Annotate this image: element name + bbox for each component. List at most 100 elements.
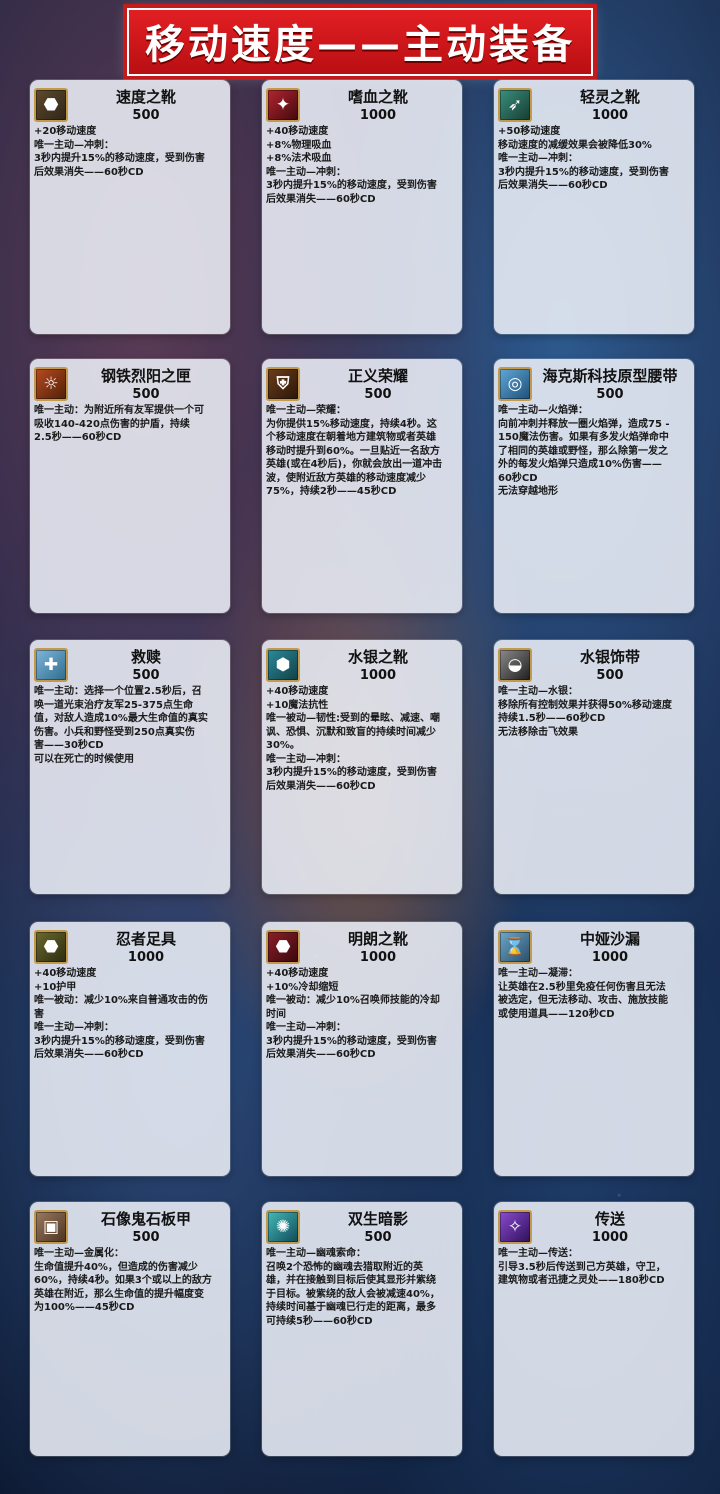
item-card-locket: ☼ 钢铁烈阳之匣 500 唯一主动：为附近所有友军提供一个可 吸收140-420… <box>30 359 230 613</box>
item-card-gargoyle-stoneplate: ▣ 石像鬼石板甲 500 唯一主动—金属化： 生命值提升40%，但造成的伤害减少… <box>30 1202 230 1456</box>
desc-line: 生命值提升40%，但造成的伤害减少 <box>34 1261 198 1273</box>
desc-line: 3秒内提升15%的移动速度，受到伤害 <box>498 166 669 178</box>
desc-line: 3秒内提升15%的移动速度，受到伤害 <box>266 1035 437 1047</box>
item-description: +50移动速度 移动速度的减缓效果会被降低30% 唯一主动—冲刺： 3秒内提升1… <box>498 125 690 193</box>
item-name: 海克斯科技原型腰带 <box>542 367 678 385</box>
desc-line: +8%法术吸血 <box>266 153 332 164</box>
item-name: 明朗之靴 <box>347 930 408 948</box>
desc-line: 向前冲刺并释放一圈火焰弹，造成75 - <box>498 418 670 430</box>
item-card-bloodthirster-boots: ✦ 嗜血之靴 1000 +40移动速度 +8%物理吸血 +8%法术吸血 唯一主动… <box>262 80 462 334</box>
desc-line: +8%物理吸血 <box>266 139 332 151</box>
desc-line: 60%，持续4秒。如果3个或以上的敌方 <box>34 1275 212 1286</box>
item-price: 500 <box>132 1230 160 1245</box>
sun-shield-icon: ☼ <box>34 367 68 401</box>
light-boot-icon: ➶ <box>498 88 532 122</box>
desc-line: 移动时提升到60%。一旦贴近一名敌方 <box>266 445 440 457</box>
desc-line: 后效果消失——60秒CD <box>266 193 376 205</box>
item-description: +40移动速度 +10护甲 唯一被动：减少10%来自普通攻击的伤 害 唯一主动—… <box>34 967 226 1062</box>
helm-icon: ⛨ <box>266 367 300 401</box>
item-description: 唯一主动—传送： 引导3.5秒后传送到己方英雄，守卫， 建筑物或者迅捷之灵处——… <box>498 1247 690 1288</box>
item-card-twin-shadows: ✺ 双生暗影 500 唯一主动—幽魂索命： 召唤2个恐怖的幽魂去猎取附近的英 雄… <box>262 1202 462 1456</box>
item-card-ninja-tabi: ⬣ 忍者足具 1000 +40移动速度 +10护甲 唯一被动：减少10%来自普通… <box>30 922 230 1176</box>
desc-line: 150魔法伤害。如果有多发火焰弹命中 <box>498 432 669 443</box>
desc-line: 或使用道具——120秒CD <box>498 1008 615 1020</box>
desc-line: 无法移除击飞效果 <box>498 726 578 738</box>
item-card-mercury-treads: ⬢ 水银之靴 1000 +40移动速度 +10魔法抗性 唯一被动—韧性:受到的晕… <box>262 640 462 894</box>
desc-line: +10%冷却缩短 <box>266 981 339 993</box>
desc-line: 后效果消失——60秒CD <box>34 1049 144 1060</box>
desc-line: 唯一主动—幽魂索命： <box>266 1248 366 1259</box>
desc-line: 引导3.5秒后传送到己方英雄，守卫， <box>498 1261 666 1273</box>
desc-line: 为100%——45秒CD <box>34 1302 135 1313</box>
item-name: 忍者足具 <box>115 930 176 948</box>
desc-line: 伤害。小兵和野怪受到250点真实伤 <box>34 726 195 738</box>
mercury-boot-icon: ⬢ <box>266 648 300 682</box>
desc-line: 2.5秒——60秒CD <box>34 432 122 443</box>
desc-line: 唯一被动—韧性:受到的晕眩、减速、嘲 <box>266 713 440 724</box>
desc-line: 3秒内提升15%的移动速度，受到伤害 <box>266 767 437 778</box>
desc-line: 持续1.5秒——60秒CD <box>498 713 606 724</box>
item-description: 唯一主动—凝滞： 让英雄在2.5秒里免疫任何伤害且无法 被选定，但无法移动、攻击… <box>498 967 690 1021</box>
item-description: 唯一主动：为附近所有友军提供一个可 吸收140-420点伤害的护盾，持续 2.5… <box>34 404 226 445</box>
desc-line: 讽、恐惧、沉默和致盲的持续时间减少 <box>266 726 436 738</box>
item-description: +40移动速度 +8%物理吸血 +8%法术吸血 唯一主动—冲刺： 3秒内提升15… <box>266 125 458 206</box>
desc-line: +10护甲 <box>34 981 77 993</box>
desc-line: 唯一被动：减少10%来自普通攻击的伤 <box>34 995 208 1006</box>
item-card-redemption: ✚ 救赎 500 唯一主动：选择一个位置2.5秒后，召 唤一道光束治疗友军25-… <box>30 640 230 894</box>
item-price: 500 <box>132 668 160 683</box>
desc-line: 60秒CD <box>498 472 538 484</box>
desc-line: 唯一主动—水银： <box>498 686 578 697</box>
hourglass-icon: ⌛ <box>498 930 532 964</box>
item-description: 唯一主动：选择一个位置2.5秒后，召 唤一道光束治疗友军25-375点生命 值，… <box>34 685 226 766</box>
item-description: 唯一主动—幽魂索命： 召唤2个恐怖的幽魂去猎取附近的英 雄，并在接触到目标后使其… <box>266 1247 458 1328</box>
desc-line: 唯一主动—冲刺： <box>498 153 578 164</box>
desc-line: 唯一主动—凝滞： <box>498 968 578 979</box>
item-price: 500 <box>364 387 392 402</box>
item-price: 500 <box>364 1230 392 1245</box>
item-card-light-boots: ➶ 轻灵之靴 1000 +50移动速度 移动速度的减缓效果会被降低30% 唯一主… <box>494 80 694 334</box>
item-price: 1000 <box>359 108 397 123</box>
item-description: 唯一主动—水银： 移除所有控制效果并获得50%移动速度 持续1.5秒——60秒C… <box>498 685 690 739</box>
desc-line: 雄，并在接触到目标后使其显形并紫绕 <box>266 1275 436 1286</box>
desc-line: 让英雄在2.5秒里免疫任何伤害且无法 <box>498 981 666 993</box>
desc-line: 被选定，但无法移动、攻击、施放技能 <box>498 995 668 1006</box>
stone-armor-icon: ▣ <box>34 1210 68 1244</box>
item-description: 唯一主动—火焰弹： 向前冲刺并释放一圈火焰弹，造成75 - 150魔法伤害。如果… <box>498 404 690 499</box>
item-card-hextech-belt: ◎ 海克斯科技原型腰带 500 唯一主动—火焰弹： 向前冲刺并释放一圈火焰弹，造… <box>494 359 694 613</box>
item-card-ionian-boots: ⬣ 明朗之靴 1000 +40移动速度 +10%冷却缩短 唯一被动：减少10%召… <box>262 922 462 1176</box>
desc-line: +50移动速度 <box>498 126 561 137</box>
desc-line: 唯一主动：为附近所有友军提供一个可 <box>34 405 204 416</box>
desc-line: 于目标。被紫绕的敌人会被减速40%， <box>266 1288 440 1300</box>
desc-line: +40移动速度 <box>266 126 329 137</box>
ninja-boot-icon: ⬣ <box>34 930 68 964</box>
desc-line: 可以在死亡的时候使用 <box>34 753 134 765</box>
desc-line: 唯一主动—金属化： <box>34 1248 124 1259</box>
item-card-zhonyas-hourglass: ⌛ 中娅沙漏 1000 唯一主动—凝滞： 让英雄在2.5秒里免疫任何伤害且无法 … <box>494 922 694 1176</box>
desc-line: 害 <box>34 1008 44 1020</box>
desc-line: 值，对敌人造成10%最大生命值的真实 <box>34 713 208 724</box>
desc-line: 后效果消失——60秒CD <box>498 180 608 191</box>
desc-line: +40移动速度 <box>266 686 329 697</box>
desc-line: 召唤2个恐怖的幽魂去猎取附近的英 <box>266 1261 423 1273</box>
item-price: 1000 <box>127 950 165 965</box>
desc-line: 移除所有控制效果并获得50%移动速度 <box>498 699 672 711</box>
desc-line: +10魔法抗性 <box>266 699 329 711</box>
item-name: 水银之靴 <box>347 648 408 666</box>
teleport-icon: ✧ <box>498 1210 532 1244</box>
twin-shadow-icon: ✺ <box>266 1210 300 1244</box>
desc-line: 唯一主动—冲刺： <box>34 139 114 151</box>
desc-line: 75%，持续2秒——45秒CD <box>266 486 397 497</box>
desc-line: 害——30秒CD <box>34 740 104 751</box>
lucid-boot-icon: ⬣ <box>266 930 300 964</box>
item-card-righteous-glory: ⛨ 正义荣耀 500 唯一主动—荣耀： 为你提供15%移动速度，持续4秒。这 个… <box>262 359 462 613</box>
item-price: 500 <box>596 668 624 683</box>
item-description: 唯一主动—荣耀： 为你提供15%移动速度，持续4秒。这 个移动速度在朝着地方建筑… <box>266 404 458 499</box>
desc-line: 唯一主动—火焰弹： <box>498 405 588 416</box>
desc-line: 建筑物或者迅捷之灵处——180秒CD <box>498 1275 665 1286</box>
item-name: 救赎 <box>130 648 161 666</box>
desc-line: 持续时间基于幽魂已行走的距离，最多 <box>266 1302 436 1313</box>
desc-line: 为你提供15%移动速度，持续4秒。这 <box>266 418 437 430</box>
item-price: 1000 <box>591 1230 629 1245</box>
desc-line: 唯一主动—冲刺： <box>266 753 346 765</box>
boot-icon: ⬣ <box>34 88 68 122</box>
